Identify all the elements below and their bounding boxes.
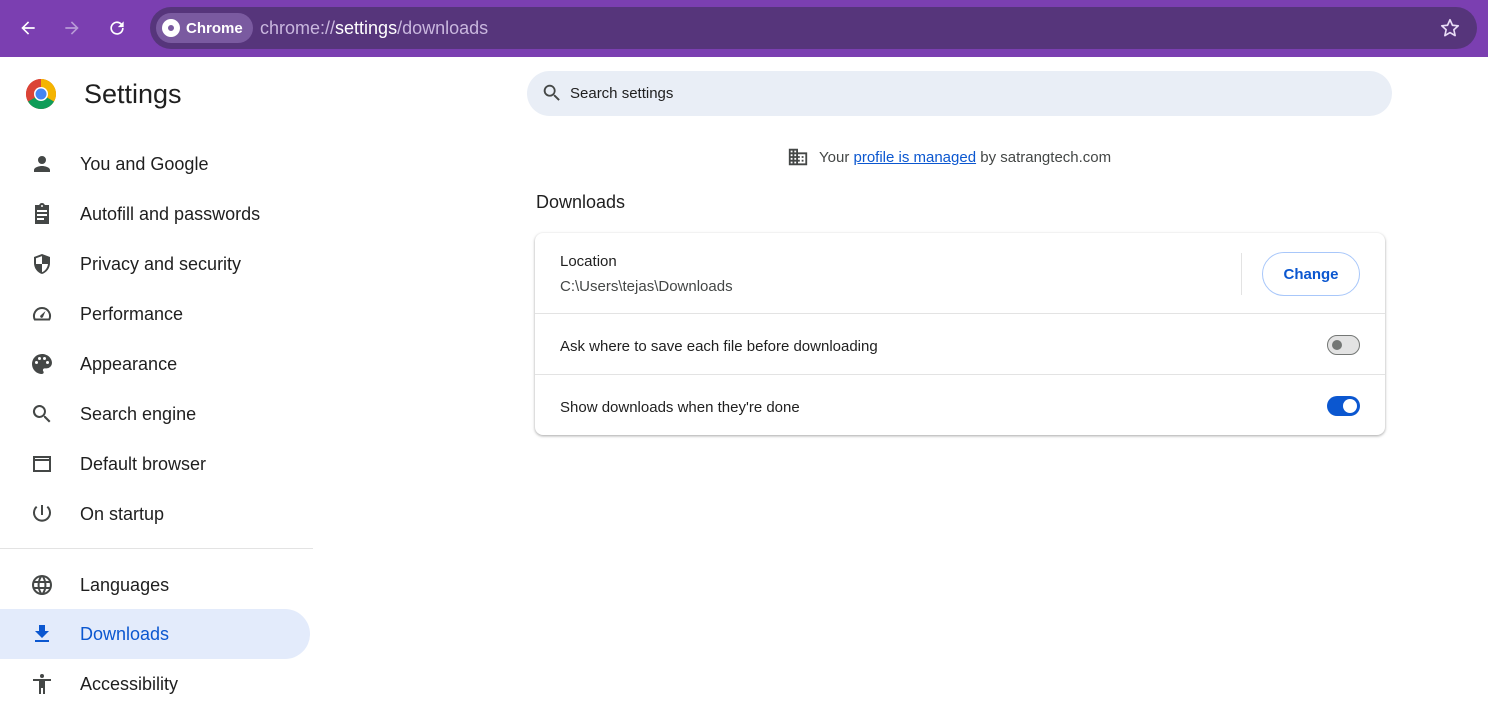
- change-button[interactable]: Change: [1262, 252, 1360, 296]
- toggle-knob: [1343, 399, 1357, 413]
- search-placeholder: Search settings: [570, 85, 674, 102]
- globe-icon: [32, 575, 52, 595]
- sidebar-item-label: Autofill and passwords: [80, 204, 261, 224]
- url-scheme: chrome://: [260, 18, 336, 38]
- sidebar-item-default-browser[interactable]: Default browser: [0, 439, 310, 489]
- sidebar-item-downloads[interactable]: Downloads: [0, 609, 310, 659]
- url-text[interactable]: chrome://settings/downloads: [260, 18, 488, 39]
- url-path: /downloads: [397, 18, 489, 38]
- sidebar-item-label: Accessibility: [80, 674, 179, 694]
- arrow-left-icon: [21, 21, 35, 35]
- sidebar-item-label: Performance: [80, 304, 184, 324]
- person-icon: [34, 156, 50, 172]
- download-icon: [35, 625, 49, 642]
- row-separator: [1241, 253, 1242, 295]
- show-downloads-label: Show downloads when they're done: [560, 399, 800, 416]
- profile-managed-link[interactable]: profile is managed: [853, 149, 976, 166]
- sidebar-item-languages[interactable]: Languages: [0, 560, 310, 610]
- sidebar-item-label: Languages: [80, 575, 170, 595]
- ask-where-toggle[interactable]: [1327, 335, 1360, 355]
- arrow-right-icon: [65, 21, 79, 35]
- sidebar-item-label: On startup: [80, 504, 165, 524]
- palette-icon: [32, 354, 52, 374]
- search-icon: [543, 84, 560, 101]
- toggle-knob: [1332, 340, 1342, 350]
- managed-notice: Your profile is managed by satrangtech.c…: [787, 146, 1111, 168]
- reload-icon: [110, 21, 124, 35]
- address-bar[interactable]: Chrome chrome://settings/downloads: [150, 7, 1477, 49]
- sidebar-divider: [0, 548, 313, 549]
- back-button[interactable]: [11, 11, 45, 45]
- search-icon: [32, 405, 51, 423]
- accessibility-icon: [33, 674, 51, 694]
- sidebar-item-label: Default browser: [80, 454, 207, 474]
- chrome-logo-icon: [25, 79, 57, 110]
- sidebar-item-performance[interactable]: Performance: [0, 289, 310, 339]
- ask-where-row[interactable]: Ask where to save each file before downl…: [535, 313, 1385, 374]
- location-path: C:\Users\tejas\Downloads: [560, 278, 733, 295]
- shield-icon: [34, 254, 50, 274]
- downloads-card: Location C:\Users\tejas\Downloads Change…: [535, 233, 1385, 435]
- reload-button[interactable]: [100, 11, 134, 45]
- speedometer-icon: [32, 307, 52, 321]
- browser-toolbar: Chrome chrome://settings/downloads: [0, 0, 1488, 57]
- sidebar-item-label: Privacy and security: [80, 254, 242, 274]
- sidebar-item-label: Appearance: [80, 354, 178, 374]
- sidebar-item-label: Search engine: [80, 404, 197, 424]
- clipboard-icon: [35, 203, 49, 224]
- chrome-logo-icon: [162, 19, 180, 37]
- sidebar-item-autofill[interactable]: Autofill and passwords: [0, 189, 310, 239]
- managed-prefix: Your: [819, 148, 850, 166]
- section-title: Downloads: [536, 192, 626, 212]
- chip-label: Chrome: [186, 19, 243, 37]
- show-downloads-toggle[interactable]: [1327, 396, 1360, 416]
- show-downloads-row[interactable]: Show downloads when they're done: [535, 374, 1385, 435]
- building-icon: [788, 148, 808, 166]
- sidebar-item-accessibility[interactable]: Accessibility: [0, 659, 310, 709]
- page-title: Settings: [84, 79, 182, 109]
- sidebar-item-on-startup[interactable]: On startup: [0, 489, 310, 539]
- chrome-chip[interactable]: Chrome: [156, 13, 253, 43]
- managed-suffix: by satrangtech.com: [980, 148, 1112, 166]
- location-row: Location C:\Users\tejas\Downloads Change: [535, 233, 1385, 313]
- forward-button[interactable]: [55, 11, 89, 45]
- sidebar-item-search-engine[interactable]: Search engine: [0, 389, 310, 439]
- browser-window-icon: [33, 456, 51, 472]
- sidebar-item-privacy[interactable]: Privacy and security: [0, 239, 310, 289]
- sidebar-item-you-and-google[interactable]: You and Google: [0, 139, 310, 189]
- sidebar-item-label: You and Google: [80, 154, 209, 174]
- sidebar-item-label: Downloads: [80, 624, 170, 644]
- star-icon[interactable]: [1439, 17, 1461, 39]
- location-label: Location: [560, 253, 617, 270]
- power-icon: [33, 505, 51, 522]
- ask-where-label: Ask where to save each file before downl…: [560, 338, 878, 355]
- search-settings-input[interactable]: Search settings: [527, 71, 1392, 116]
- url-host: settings: [335, 18, 398, 38]
- sidebar-item-appearance[interactable]: Appearance: [0, 339, 310, 389]
